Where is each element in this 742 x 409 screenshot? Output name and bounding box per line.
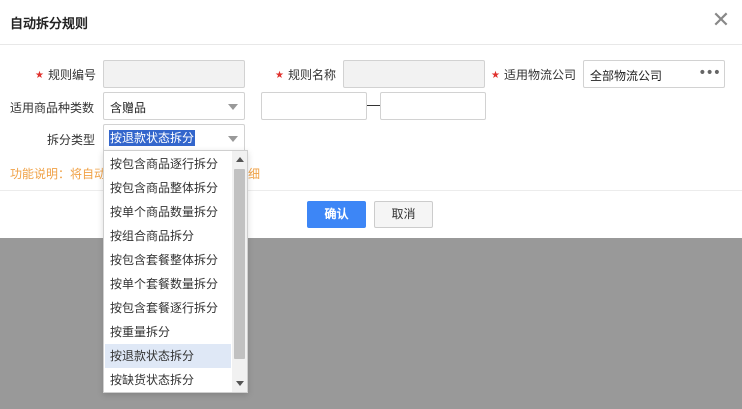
dropdown-option[interactable]: 按重量拆分 xyxy=(105,320,231,344)
dropdown-option[interactable]: 按包含套餐逐行拆分 xyxy=(105,296,231,320)
dialog-header: 自动拆分规则 ✕ xyxy=(0,0,742,45)
required-star-icon: ★ xyxy=(491,70,500,81)
rule-name-label: ★ 规则名称 xyxy=(275,68,336,82)
close-icon[interactable]: ✕ xyxy=(708,8,734,34)
dropdown-option[interactable]: 按包含套餐整体拆分 xyxy=(105,248,231,272)
carrier-select[interactable]: 全部物流公司 ••• xyxy=(583,60,725,88)
category-count-label: 适用商品种类数 xyxy=(10,101,95,115)
dropdown-option[interactable]: 按组合商品拆分 xyxy=(105,224,231,248)
dropdown-option-highlighted[interactable]: 按退款状态拆分 xyxy=(105,344,231,368)
chevron-down-icon xyxy=(228,136,238,142)
carrier-value: 全部物流公司 xyxy=(590,69,663,83)
rule-code-input[interactable] xyxy=(103,60,245,88)
range-to-input[interactable] xyxy=(380,92,486,120)
split-type-label: 拆分类型 xyxy=(47,133,96,147)
required-star-icon: ★ xyxy=(35,70,44,81)
more-icon[interactable]: ••• xyxy=(698,65,721,81)
split-type-value: 按退款状态拆分 xyxy=(109,130,196,146)
category-count-select[interactable]: 含赠品 xyxy=(103,92,245,120)
split-type-dropdown: 按包含商品逐行拆分 按包含商品整体拆分 按单个商品数量拆分 按组合商品拆分 按包… xyxy=(103,150,248,393)
function-note-tail: 细 xyxy=(248,167,261,181)
rule-name-input[interactable] xyxy=(343,60,485,88)
cancel-button[interactable]: 取消 xyxy=(374,201,433,228)
chevron-down-icon xyxy=(228,104,238,110)
scroll-up-arrow-icon[interactable] xyxy=(236,157,244,162)
range-from-input[interactable] xyxy=(261,92,367,120)
category-count-value: 含赠品 xyxy=(110,101,147,115)
confirm-button[interactable]: 确认 xyxy=(307,201,366,228)
dropdown-option[interactable]: 按单个套餐数量拆分 xyxy=(105,272,231,296)
rule-code-label: ★ 规则编号 xyxy=(35,68,96,82)
function-note: 功能说明：将自动 xyxy=(10,167,107,181)
carrier-label: ★ 适用物流公司 xyxy=(491,68,576,82)
dropdown-option[interactable]: 按单个商品数量拆分 xyxy=(105,200,231,224)
range-separator xyxy=(367,105,380,106)
dropdown-scrollbar[interactable] xyxy=(232,151,247,392)
dropdown-option[interactable]: 按包含商品逐行拆分 xyxy=(105,152,231,176)
scroll-down-arrow-icon[interactable] xyxy=(236,381,244,386)
scrollbar-thumb[interactable] xyxy=(234,169,245,359)
dialog-title: 自动拆分规则 xyxy=(10,17,89,32)
required-star-icon: ★ xyxy=(275,70,284,81)
dropdown-option[interactable]: 按包含商品整体拆分 xyxy=(105,176,231,200)
split-type-select[interactable]: 按退款状态拆分 xyxy=(103,124,245,152)
dropdown-option[interactable]: 按缺货状态拆分 xyxy=(105,368,231,392)
